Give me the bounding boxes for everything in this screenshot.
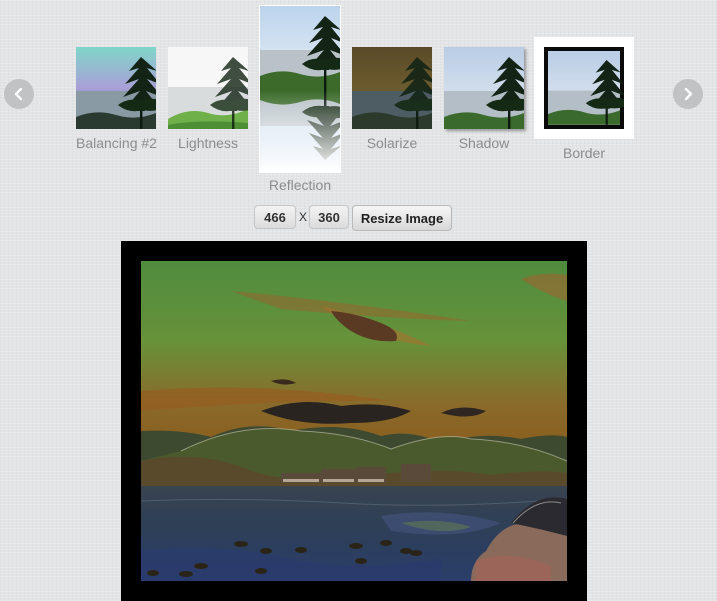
thumbnail-balancing-2[interactable]: Balancing #2 [76,47,157,157]
chevron-right-icon [684,87,693,101]
width-field[interactable]: 466 [254,205,296,229]
preview-image [141,261,567,581]
thumbnail-label: Border [562,145,606,161]
carousel-prev-button[interactable] [4,79,34,109]
carousel-next-button[interactable] [673,79,703,109]
thumbnail-label: Balancing #2 [76,135,157,151]
thumbnail-solarize[interactable]: Solarize [352,47,432,157]
height-field[interactable]: 360 [309,205,349,229]
thumbnail-label: Shadow [458,135,510,151]
thumbnail-label: Lightness [178,135,238,151]
thumbnail-label: Solarize [366,135,418,151]
preview-border [121,241,587,601]
thumbnail-image [76,47,156,129]
thumbnail-image [352,47,432,129]
thumbnail-label: Reflection [268,177,332,193]
thumbnail-image [168,47,248,129]
chevron-left-icon [14,87,23,101]
thumbnail-image [444,47,524,129]
resize-image-button[interactable]: Resize Image [352,205,452,231]
dimension-separator: X [299,210,308,224]
thumbnail-lightness[interactable]: Lightness [168,47,248,157]
thumbnail-shadow[interactable]: Shadow [444,47,524,157]
thumbnail-reflection[interactable]: Reflection [259,5,341,195]
thumbnail-image [544,47,624,129]
thumbnail-image [260,6,340,172]
thumbnail-border[interactable]: Border [534,37,634,163]
